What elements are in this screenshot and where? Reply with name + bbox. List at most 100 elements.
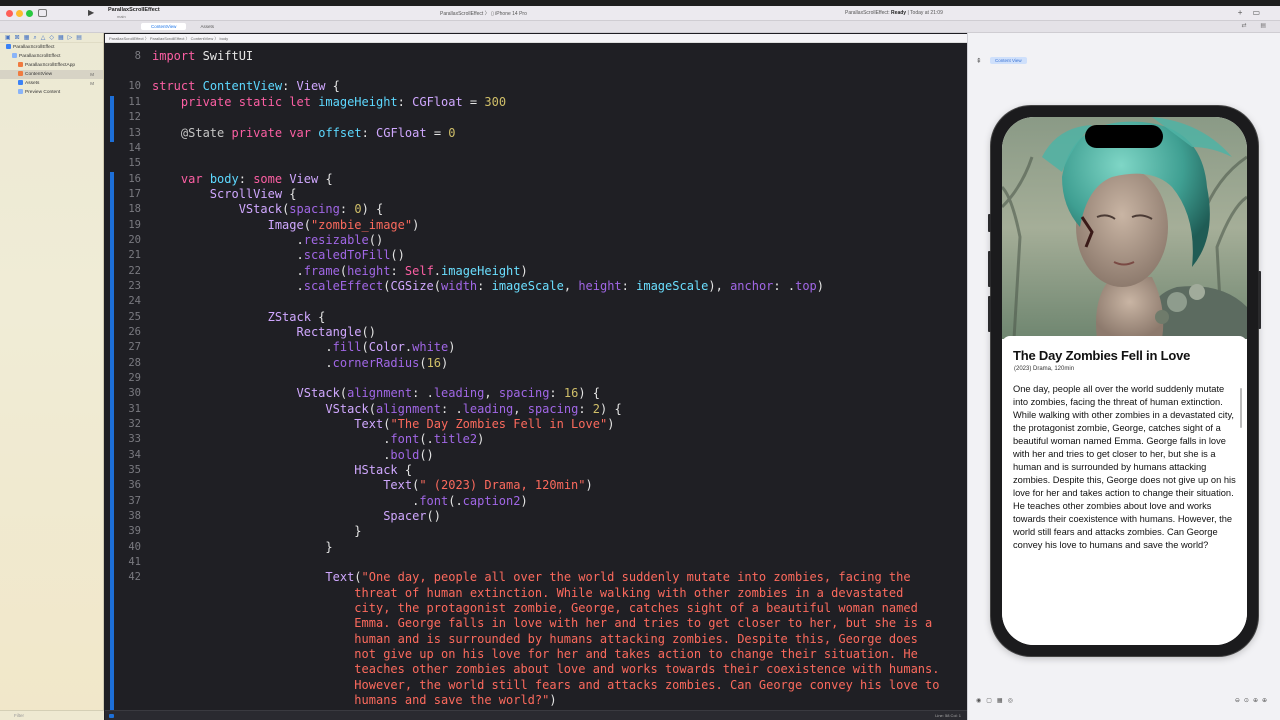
action-button [988,214,991,232]
code-line[interactable]: 16 var body: some View { [105,172,967,187]
code-line[interactable]: 34 .bold() [105,448,967,463]
code-line[interactable]: 10 struct ContentView: View { [105,79,967,94]
modified-badge: M [90,81,94,86]
code-line[interactable]: city, the protagonist zombie, George, ca… [105,601,967,616]
code-line[interactable]: 22 .frame(height: Self.imageHeight) [105,264,967,279]
scheme-device: iPhone 14 Pro [495,11,527,17]
jump-bar[interactable]: ParallaxScrollEffect 〉 ParallaxScrollEff… [105,34,967,43]
close-window-button[interactable] [6,10,13,17]
dynamic-island [1085,125,1163,148]
code-line[interactable]: 14 [105,141,967,156]
code-line[interactable]: 24 [105,294,967,309]
code-line[interactable]: 19 Image("zombie_image") [105,218,967,233]
code-line[interactable]: 11 private static let imageHeight: CGFlo… [105,95,967,110]
code-line[interactable]: 17 ScrollView { [105,187,967,202]
code-line[interactable]: 12 [105,110,967,125]
tab-contentview[interactable]: ContentView [141,23,187,30]
volume-up-button [988,251,991,287]
preview-canvas: ⇞ Content View The Day Zombies Fell in L… [967,33,1280,720]
inspector-toggle-icon[interactable]: ▭ [1252,8,1270,17]
variants-icon[interactable]: ▦ [997,698,1008,704]
code-line[interactable]: 37 .font(.caption2) [105,494,967,509]
code-line[interactable]: 36 Text(" (2023) Drama, 120min") [105,478,967,493]
code-line[interactable]: threat of human extinction. While walkin… [105,586,967,601]
add-icon[interactable]: + [1238,8,1253,17]
symbol-icon[interactable]: ▦ [24,35,34,41]
run-button[interactable]: ▶ [88,9,94,17]
sidebar-item-parallaxscrolleffect[interactable]: ParallaxScrollEffect [0,52,103,61]
navigator-filter-input[interactable]: Filter [0,710,104,720]
code-line[interactable]: 30 VStack(alignment: .leading, spacing: … [105,386,967,401]
zoom-fit-icon[interactable]: ⊕ [1253,698,1262,704]
sidebar-toggle-icon[interactable] [38,9,47,17]
minimize-window-button[interactable] [16,10,23,17]
code-line[interactable]: 40 } [105,540,967,555]
sidebar-item-label: ParallaxScrollEffect [13,45,55,50]
sidebar-item-assets[interactable]: Assets M [0,79,103,88]
scroll-indicator[interactable] [1240,388,1242,428]
zoom-window-button[interactable] [26,10,33,17]
code-editor[interactable]: 8 import SwiftUI 10 struct ContentView: Vi… [105,44,967,710]
report-icon[interactable]: ▤ [76,35,86,41]
status-indicator-icon [109,714,114,718]
code-line[interactable]: 26 Rectangle() [105,325,967,340]
code-line[interactable]: not give up on his love for her and take… [105,647,967,662]
code-line[interactable]: 23 .scaleEffect(CGSize(width: imageScale… [105,279,967,294]
code-line[interactable]: 38 Spacer() [105,509,967,524]
code-line[interactable]: 29 [105,371,967,386]
code-line[interactable]: teaches other zombies about love and wor… [105,662,967,677]
sidebar-item-contentview[interactable]: ContentView M [0,70,103,79]
source-control-icon[interactable]: ⊠ [15,35,24,41]
code-line[interactable]: However, the world still fears and attac… [105,678,967,693]
preview-tag-content-view[interactable]: Content View [990,57,1027,64]
zoom-actual-icon[interactable]: ⊙ [1244,698,1253,704]
breadcrumb[interactable]: ParallaxScrollEffect 〉 ParallaxScrollEff… [109,36,228,41]
code-line[interactable]: 39 } [105,524,967,539]
tab-assets[interactable]: Assets [190,23,224,30]
code-line[interactable]: 8 import SwiftUI [105,49,967,64]
pin-icon[interactable]: ⇞ [976,57,982,65]
activity-status: ParallaxScrollEffect: Ready | Today at 2… [845,10,943,16]
sidebar-item-preview-content[interactable]: Preview Content [0,88,103,97]
code-line[interactable]: 18 VStack(spacing: 0) { [105,202,967,217]
sidebar-item-parallaxscrolleffect[interactable]: ParallaxScrollEffect [0,43,103,52]
sidebar-item-parallaxscrolleffectapp[interactable]: ParallaxScrollEffectApp [0,61,103,70]
code-line[interactable]: humans and save the world?") [105,693,967,708]
code-line[interactable]: 13 @State private var offset: CGFloat = … [105,126,967,141]
device-settings-icon[interactable]: ◎ [1008,698,1018,704]
scheme-selector[interactable]: ParallaxScrollEffect 〉 ▯ iPhone 14 Pro [440,10,527,17]
search-icon[interactable]: ⌕ [33,35,40,41]
code-line[interactable]: 35 HStack { [105,463,967,478]
code-line[interactable]: 31 VStack(alignment: .leading, spacing: … [105,402,967,417]
editor-options-icons[interactable]: ⇄ ▤ [1242,22,1272,29]
zombie-image [1002,117,1247,339]
editor-tabs: ContentView Assets [141,23,224,30]
zoom-in-icon[interactable]: ⊕ [1262,698,1271,704]
device-screen[interactable]: The Day Zombies Fell in Love (2023) Dram… [1002,117,1247,645]
sidebar-item-label: ContentView [25,72,53,77]
zoom-out-icon[interactable]: ⊖ [1235,698,1244,704]
breakpoint-icon[interactable]: ▷ [68,35,77,41]
code-line[interactable]: 27 .fill(Color.white) [105,340,967,355]
volume-down-button [988,296,991,332]
code-line[interactable]: human and is surrounded by humans attack… [105,632,967,647]
code-line[interactable]: Emma. George falls in love with her and … [105,616,967,631]
sidebar-item-label: Assets [25,81,40,86]
movie-description: One day, people all over the world sudde… [1013,384,1236,550]
live-preview-icon[interactable]: ◉ [976,698,986,704]
code-line[interactable]: 42 Text("One day, people all over the wo… [105,570,967,585]
code-line[interactable]: 20 .resizable() [105,233,967,248]
project-branch: main [117,14,126,19]
code-line[interactable]: 33 .font(.title2) [105,432,967,447]
selectable-mode-icon[interactable]: ▢ [986,698,997,704]
folder-navigator-icon[interactable]: ▣ [5,35,15,41]
code-line[interactable]: 15 [105,156,967,171]
code-line[interactable]: 41 [105,555,967,570]
test-icon[interactable]: ◇ [49,35,58,41]
code-line[interactable]: 21 .scaledToFill() [105,248,967,263]
code-line[interactable]: 28 .cornerRadius(16) [105,356,967,371]
code-line[interactable]: 25 ZStack { [105,310,967,325]
code-line[interactable]: 32 Text("The Day Zombies Fell in Love") [105,417,967,432]
swift-file-icon [18,62,23,68]
debug-icon[interactable]: ▦ [58,35,68,41]
